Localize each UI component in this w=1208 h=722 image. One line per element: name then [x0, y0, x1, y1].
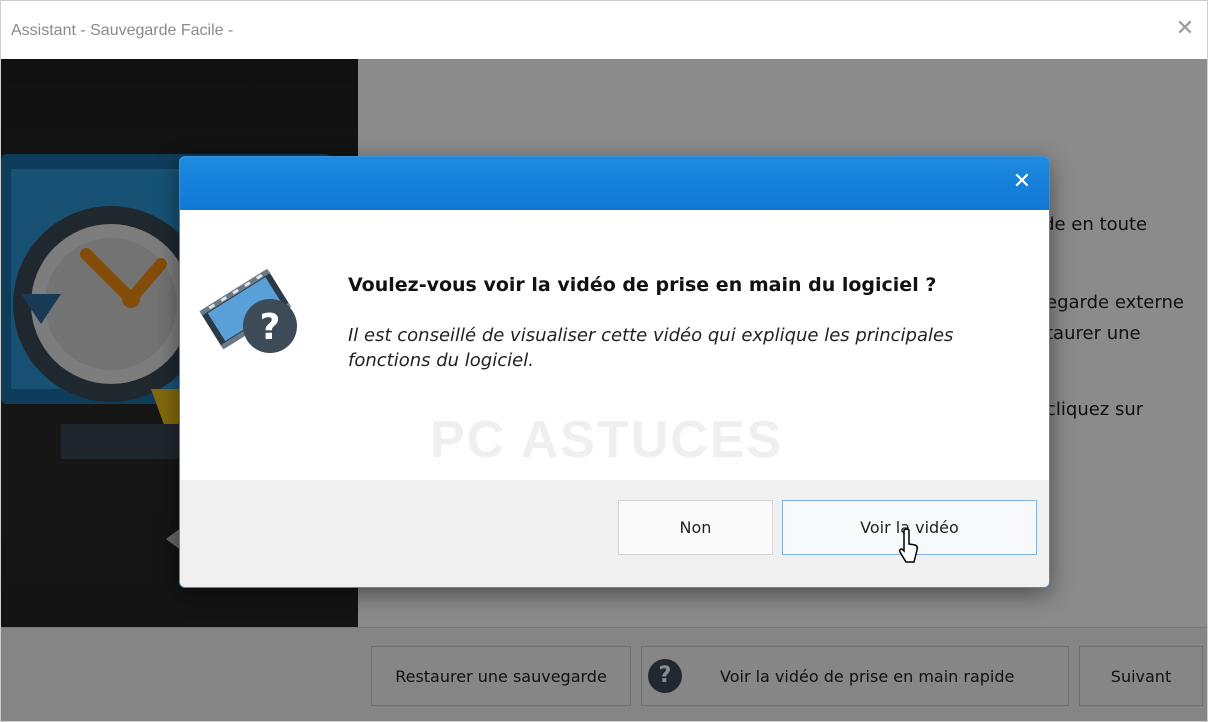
video-prompt-dialog: ✕ ? PC ASTUCES Voulez-vous voir la vidéo…: [179, 156, 1050, 588]
no-button[interactable]: Non: [618, 500, 773, 555]
svg-text:?: ?: [260, 307, 281, 348]
video-help-icon: ?: [199, 268, 297, 353]
dialog-heading: Voulez-vous voir la vidéo de prise en ma…: [348, 274, 937, 296]
watermark: PC ASTUCES: [430, 411, 784, 469]
dialog-header: ✕: [180, 157, 1049, 210]
app-window: Assistant - Sauvegarde Facile - ✕ rde en…: [0, 0, 1208, 722]
mouse-cursor-icon: [899, 528, 918, 563]
dialog-description: Il est conseillé de visualiser cette vid…: [348, 325, 954, 371]
window-close-icon[interactable]: ✕: [1173, 17, 1197, 41]
window-title: Assistant - Sauvegarde Facile -: [11, 22, 234, 39]
no-button-label: Non: [679, 518, 712, 537]
dialog-close-icon[interactable]: ✕: [1009, 169, 1035, 195]
title-bar: Assistant - Sauvegarde Facile - ✕: [1, 1, 1207, 59]
